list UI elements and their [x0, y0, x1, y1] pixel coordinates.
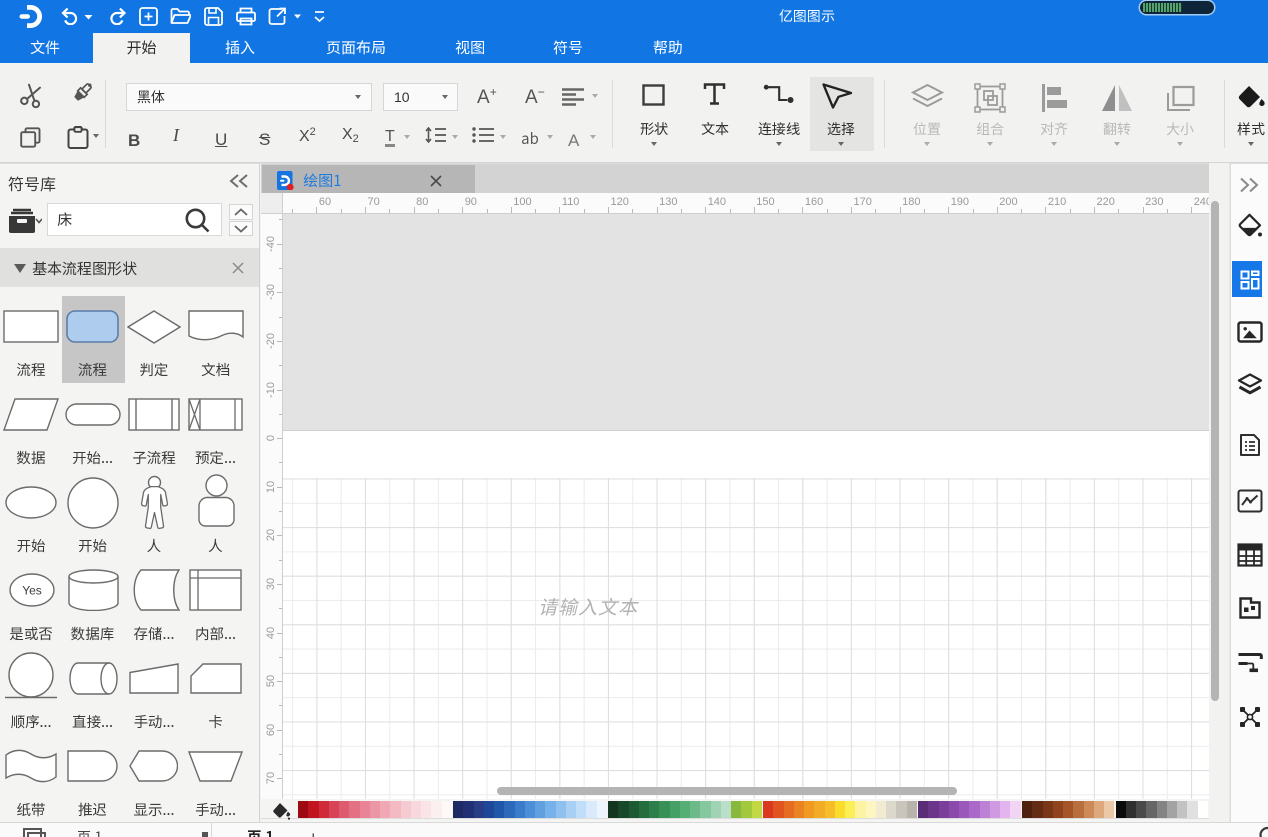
svg-text:Yes: Yes — [22, 584, 42, 598]
